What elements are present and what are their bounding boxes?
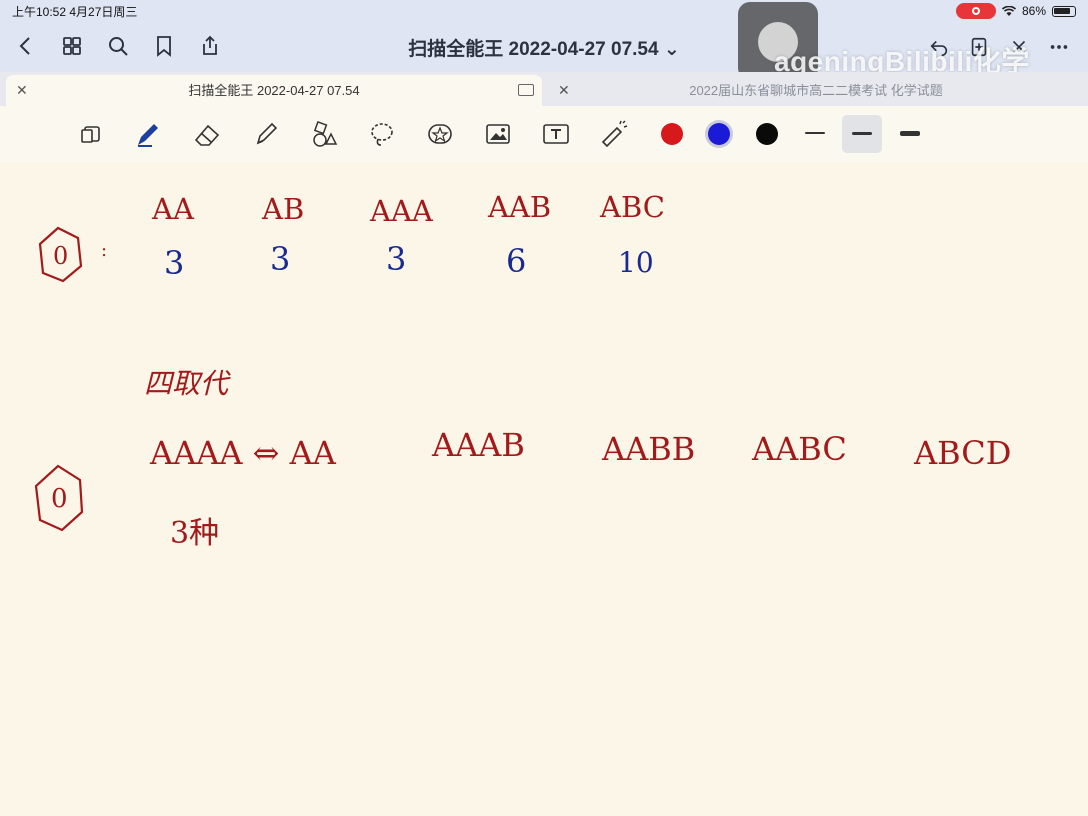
lasso-icon[interactable]: [366, 118, 398, 150]
heading-handwritten: 四取代: [144, 367, 229, 400]
row1-label: AAB: [488, 190, 552, 224]
status-right: 86%: [955, 3, 1076, 19]
image-icon[interactable]: [482, 118, 514, 150]
row1-count: 3: [386, 240, 407, 278]
laser-pointer-icon[interactable]: [598, 118, 630, 150]
pen-icon[interactable]: [132, 118, 164, 150]
ring-label-2: 0: [51, 484, 68, 514]
status-bar: 上午10:52 4月27日周三 86%: [0, 0, 1088, 22]
pages-icon[interactable]: [76, 118, 108, 150]
tab-label: 扫描全能王 2022-04-27 07.54: [188, 83, 360, 98]
count-note: 3种: [170, 516, 220, 551]
row1-count: 10: [618, 246, 654, 279]
ring-label-1: 0: [53, 242, 69, 270]
wifi-icon: [1001, 5, 1016, 16]
row1-label: ABC: [600, 190, 665, 224]
row2-label: ABCD: [914, 434, 1012, 472]
status-time: 上午10:52 4月27日周三: [12, 5, 138, 19]
note-canvas[interactable]: 0 : AA AB AAA AAB ABC 3 3 3 6 10 四取代 AAA…: [0, 162, 1088, 816]
color-swatch-red[interactable]: [661, 123, 683, 145]
drawing-toolbar: [0, 106, 1088, 163]
screen-record-icon: [955, 3, 996, 19]
tab-label: 2022届山东省聊城市高二二模考试 化学试题: [689, 83, 943, 98]
eraser-icon[interactable]: [192, 118, 224, 150]
color-swatch-blue[interactable]: [708, 123, 730, 145]
shapes-icon[interactable]: [308, 118, 340, 150]
row1-label: AAA: [370, 194, 433, 228]
tabs-bar: ✕ 扫描全能王 2022-04-27 07.54 ✕ 2022届山东省聊城市高二…: [0, 72, 1088, 106]
row1-count: 6: [506, 242, 527, 280]
row2-label: AABB: [602, 430, 696, 468]
battery-icon: [1052, 5, 1076, 17]
text-tool-icon[interactable]: [540, 118, 572, 150]
row1-count: 3: [270, 240, 291, 278]
stroke-thin[interactable]: [795, 125, 835, 163]
sticker-icon[interactable]: [424, 118, 456, 150]
stroke-thick[interactable]: [890, 125, 930, 163]
row1-label: AA: [152, 192, 194, 226]
colon-mark: :: [101, 240, 108, 261]
row2-label: AABC: [752, 430, 847, 468]
highlighter-icon[interactable]: [250, 118, 282, 150]
color-swatch-black[interactable]: [756, 123, 778, 145]
row1-count: 3: [164, 244, 185, 282]
more-icon[interactable]: [1048, 36, 1070, 58]
row1-label: AB: [262, 192, 305, 226]
split-view-icon[interactable]: [518, 84, 534, 96]
battery-percent: 86%: [1021, 4, 1046, 18]
tab-other[interactable]: ✕ 2022届山东省聊城市高二二模考试 化学试题: [548, 75, 1084, 106]
close-tab-icon[interactable]: ✕: [16, 75, 28, 106]
row2-label: AAAA ⇔ AA: [150, 434, 336, 472]
tab-current[interactable]: ✕ 扫描全能王 2022-04-27 07.54: [6, 75, 542, 106]
stroke-medium[interactable]: [842, 115, 882, 153]
row2-label: AAAB: [432, 426, 525, 464]
close-tab-icon[interactable]: ✕: [558, 75, 570, 106]
